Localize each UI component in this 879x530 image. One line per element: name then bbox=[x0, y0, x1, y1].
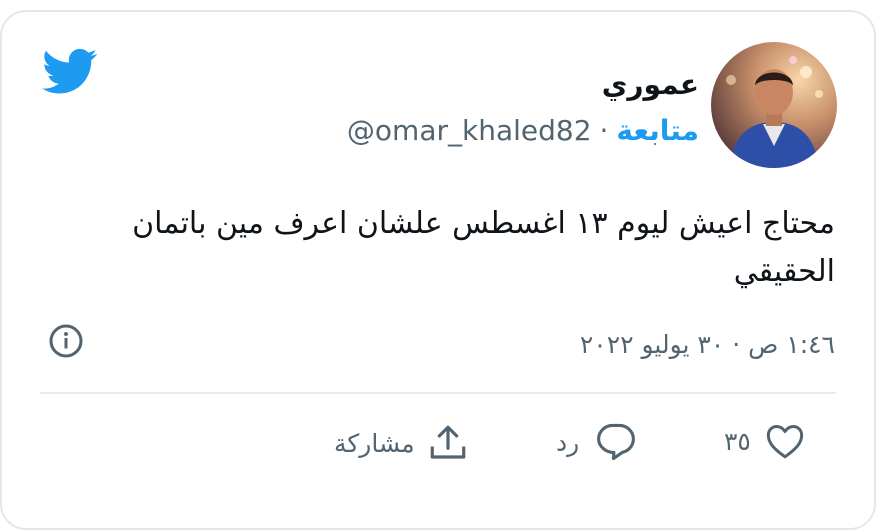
separator-dot: · bbox=[599, 114, 609, 147]
avatar[interactable] bbox=[711, 42, 837, 168]
follow-button[interactable]: متابعة bbox=[616, 114, 699, 147]
handle-row: @omar_khaled82 · متابعة bbox=[347, 114, 699, 147]
reply-button[interactable]: رد bbox=[556, 422, 637, 462]
like-count: ٣٥ bbox=[724, 426, 751, 456]
share-upload-icon bbox=[430, 425, 466, 459]
tweet-text: محتاج اعيش ليوم ١٣ اغسطس علشان اعرف مين … bbox=[132, 206, 835, 289]
share-label: مشاركة bbox=[334, 428, 415, 458]
speech-bubble-icon bbox=[597, 423, 636, 461]
avatar-photo bbox=[711, 42, 837, 168]
info-icon[interactable] bbox=[48, 323, 84, 359]
reply-label: رد bbox=[556, 427, 580, 457]
tweet-timestamp[interactable]: ١:٤٦ ص · ٣٠ يوليو ٢٠٢٢ bbox=[580, 330, 835, 359]
twitter-bird-icon[interactable] bbox=[42, 48, 98, 96]
like-button[interactable]: ٣٥ bbox=[724, 422, 805, 460]
handle[interactable]: @omar_khaled82 bbox=[347, 114, 592, 147]
divider bbox=[40, 392, 836, 394]
heart-icon bbox=[766, 425, 804, 459]
share-button[interactable]: مشاركة bbox=[334, 422, 469, 464]
display-name[interactable]: عموري bbox=[602, 68, 699, 101]
